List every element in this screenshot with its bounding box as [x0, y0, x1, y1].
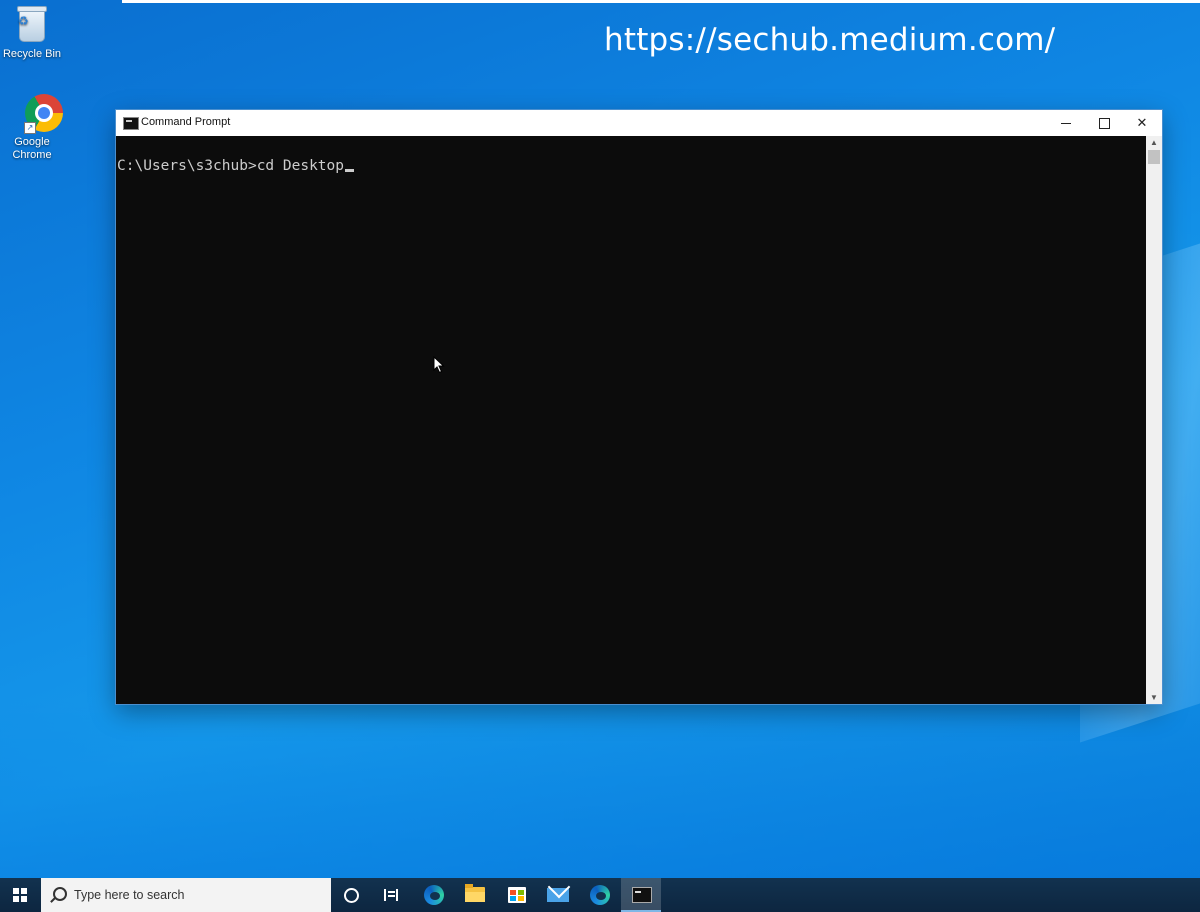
vertical-scrollbar[interactable]: ▲ ▼	[1146, 136, 1162, 704]
taskbar-search-box[interactable]: Type here to search	[41, 878, 331, 912]
circle-icon	[344, 888, 359, 903]
store-icon	[508, 887, 526, 903]
search-placeholder: Type here to search	[74, 888, 185, 902]
close-icon: ✕	[1136, 115, 1148, 130]
chrome-icon: ↗	[12, 94, 63, 134]
taskbar-store-button[interactable]	[497, 878, 537, 912]
close-button[interactable]: ✕	[1123, 110, 1161, 136]
console-prompt: C:\Users\s3chub>	[117, 158, 257, 174]
window-title: Command Prompt	[141, 116, 231, 128]
desktop-icon-label: Recycle Bin	[2, 48, 62, 60]
recycle-bin-icon: ♻	[12, 6, 52, 46]
console-command: cd Desktop	[256, 158, 344, 174]
console-output[interactable]: C:\Users\s3chub>cd Desktop	[116, 136, 1146, 704]
maximize-button[interactable]	[1085, 110, 1123, 136]
cmd-icon	[123, 117, 139, 130]
watermark-url: https://sechub.medium.com/	[604, 22, 1056, 58]
desktop-top-edge	[122, 0, 1200, 3]
edge-icon	[590, 885, 610, 905]
scroll-down-arrow-icon[interactable]: ▼	[1146, 691, 1162, 704]
taskbar-command-prompt-button[interactable]	[621, 878, 661, 912]
shortcut-arrow-icon: ↗	[24, 122, 36, 134]
minimize-icon	[1061, 123, 1071, 125]
text-cursor	[345, 169, 354, 172]
taskbar-file-explorer-button[interactable]	[455, 878, 495, 912]
cmd-icon	[632, 887, 652, 903]
window-titlebar[interactable]: Command Prompt ✕	[116, 110, 1162, 136]
taskbar: Type here to search	[0, 878, 1200, 912]
console-line: C:\Users\s3chub>cd Desktop	[117, 158, 354, 174]
task-view-icon	[384, 889, 398, 901]
wallpaper-glow	[0, 700, 1200, 880]
desktop-icon-label-line1: Google	[14, 136, 50, 148]
search-icon	[53, 887, 67, 901]
desktop-icon-google-chrome[interactable]: ↗ Google Chrome	[0, 94, 64, 162]
mail-icon	[547, 888, 569, 902]
taskbar-task-view-button[interactable]	[372, 878, 412, 912]
scrollbar-thumb[interactable]	[1148, 150, 1160, 164]
taskbar-edge-beta-button[interactable]	[580, 878, 620, 912]
command-prompt-window[interactable]: Command Prompt ✕ C:\Users\s3chub>cd Desk…	[116, 110, 1162, 704]
taskbar-mail-button[interactable]	[538, 878, 578, 912]
minimize-button[interactable]	[1047, 110, 1085, 136]
folder-icon	[465, 884, 485, 902]
taskbar-cortana-button[interactable]	[331, 878, 371, 912]
scroll-up-arrow-icon[interactable]: ▲	[1146, 136, 1162, 149]
desktop-icon-recycle-bin[interactable]: ♻ Recycle Bin	[0, 6, 64, 61]
taskbar-edge-button[interactable]	[414, 878, 454, 912]
windows-logo-icon	[13, 888, 27, 902]
desktop-icon-label-line2: Chrome	[12, 149, 52, 161]
maximize-icon	[1098, 118, 1110, 130]
edge-icon	[424, 885, 444, 905]
start-button[interactable]	[0, 878, 40, 912]
